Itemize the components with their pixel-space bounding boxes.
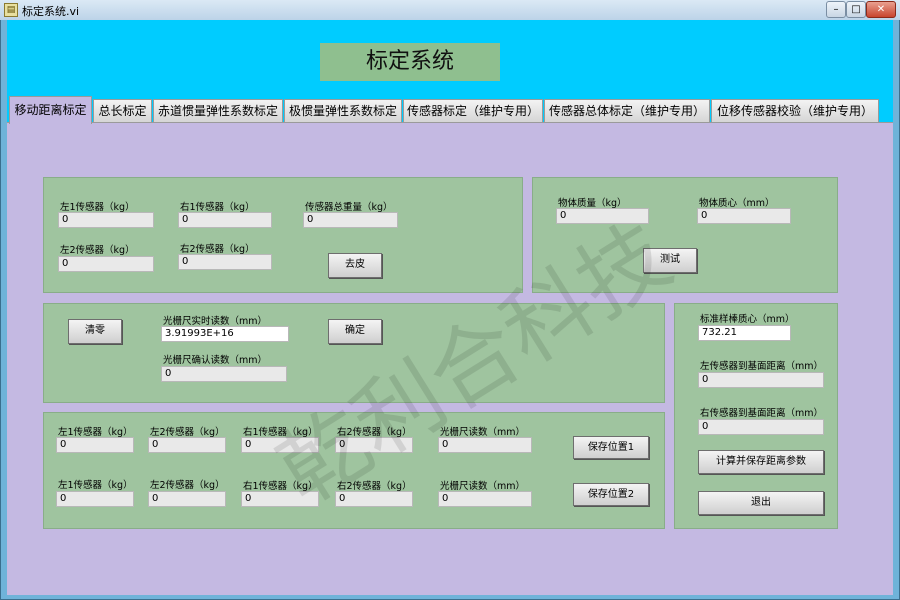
right1-sensor-label: 右1传感器（kg） xyxy=(180,202,255,213)
left-distance-field[interactable]: 0 xyxy=(698,372,824,388)
left2-sensor-field[interactable]: 0 xyxy=(58,256,154,272)
calculate-save-button[interactable]: 计算并保存距离参数 xyxy=(698,450,824,474)
left1-sensor-label: 左1传感器（kg） xyxy=(60,202,135,213)
tab-sensor-calibration[interactable]: 传感器标定（维护专用） xyxy=(403,99,543,123)
tare-button[interactable]: 去皮 xyxy=(328,253,382,278)
pos1-right2-label: 右2传感器（kg） xyxy=(337,427,412,438)
tab-sensor-overall-calibration[interactable]: 传感器总体标定（维护专用） xyxy=(544,99,710,123)
save-position2-button[interactable]: 保存位置2 xyxy=(573,483,649,506)
tab-equatorial-inertia[interactable]: 赤道惯量弹性系数标定 xyxy=(153,99,283,123)
pos1-right1-field[interactable]: 0 xyxy=(241,437,319,453)
labview-vi-icon: ▤ xyxy=(4,3,18,17)
pos1-left2-label: 左2传感器（kg） xyxy=(150,427,225,438)
grating-realtime-label: 光栅尺实时读数（mm） xyxy=(163,316,268,327)
pos1-grating-field[interactable]: 0 xyxy=(438,437,532,453)
pos1-right2-field[interactable]: 0 xyxy=(335,437,413,453)
pos1-right1-label: 右1传感器（kg） xyxy=(243,427,318,438)
right1-sensor-field[interactable]: 0 xyxy=(178,212,272,228)
tab-polar-inertia[interactable]: 极惯量弹性系数标定 xyxy=(284,99,402,123)
right2-sensor-label: 右2传感器（kg） xyxy=(180,244,255,255)
pos2-right1-field[interactable]: 0 xyxy=(241,491,319,507)
pos2-right1-label: 右1传感器（kg） xyxy=(243,481,318,492)
pos1-grating-label: 光栅尺读数（mm） xyxy=(440,427,526,438)
right2-sensor-field[interactable]: 0 xyxy=(178,254,272,270)
pos2-left1-field[interactable]: 0 xyxy=(56,491,134,507)
test-button[interactable]: 测试 xyxy=(643,248,697,273)
pos2-left1-label: 左1传感器（kg） xyxy=(58,480,133,491)
minimize-button[interactable]: – xyxy=(826,1,846,18)
total-weight-field[interactable]: 0 xyxy=(303,212,398,228)
window-title: 标定系统.vi xyxy=(22,5,80,18)
grating-realtime-field: 3.91993E+16 xyxy=(161,326,289,342)
total-weight-label: 传感器总重量（kg） xyxy=(305,202,393,213)
object-centroid-field[interactable]: 0 xyxy=(697,208,791,224)
title-bar: ▤ 标定系统.vi – □ ✕ xyxy=(0,0,900,20)
maximize-button[interactable]: □ xyxy=(846,1,866,18)
pos1-left1-label: 左1传感器（kg） xyxy=(58,427,133,438)
exit-button[interactable]: 退出 xyxy=(698,491,824,515)
tab-displacement-sensor-check[interactable]: 位移传感器校验（维护专用） xyxy=(711,99,879,123)
left-distance-label: 左传感器到基面距离（mm） xyxy=(700,361,824,372)
tab-total-length[interactable]: 总长标定 xyxy=(93,99,152,123)
pos2-right2-label: 右2传感器（kg） xyxy=(337,481,412,492)
object-mass-field[interactable]: 0 xyxy=(556,208,649,224)
pos2-grating-field[interactable]: 0 xyxy=(438,491,532,507)
sensor-readings-panel xyxy=(43,177,523,293)
grating-confirm-field[interactable]: 0 xyxy=(161,366,287,382)
grating-panel xyxy=(43,303,665,403)
pos2-left2-label: 左2传感器（kg） xyxy=(150,480,225,491)
object-centroid-label: 物体质心（mm） xyxy=(699,198,775,209)
pos2-grating-label: 光栅尺读数（mm） xyxy=(440,481,526,492)
standard-centroid-label: 标准样棒质心（mm） xyxy=(700,314,795,325)
save-position1-button[interactable]: 保存位置1 xyxy=(573,436,649,459)
right-distance-label: 右传感器到基面距离（mm） xyxy=(700,408,824,419)
pos2-right2-field[interactable]: 0 xyxy=(335,491,413,507)
pos2-left2-field[interactable]: 0 xyxy=(148,491,226,507)
right-distance-field[interactable]: 0 xyxy=(698,419,824,435)
left1-sensor-field[interactable]: 0 xyxy=(58,212,154,228)
system-banner: 标定系统 xyxy=(320,43,500,81)
pos1-left2-field[interactable]: 0 xyxy=(148,437,226,453)
standard-centroid-field[interactable]: 732.21 xyxy=(698,325,791,341)
pos1-left1-field[interactable]: 0 xyxy=(56,437,134,453)
close-button[interactable]: ✕ xyxy=(866,1,896,18)
left2-sensor-label: 左2传感器（kg） xyxy=(60,245,135,256)
grating-confirm-label: 光栅尺确认读数（mm） xyxy=(163,355,268,366)
zero-button[interactable]: 清零 xyxy=(68,319,122,344)
object-mass-label: 物体质量（kg） xyxy=(558,198,627,209)
tab-move-distance[interactable]: 移动距离标定 xyxy=(9,96,92,124)
confirm-button[interactable]: 确定 xyxy=(328,319,382,344)
